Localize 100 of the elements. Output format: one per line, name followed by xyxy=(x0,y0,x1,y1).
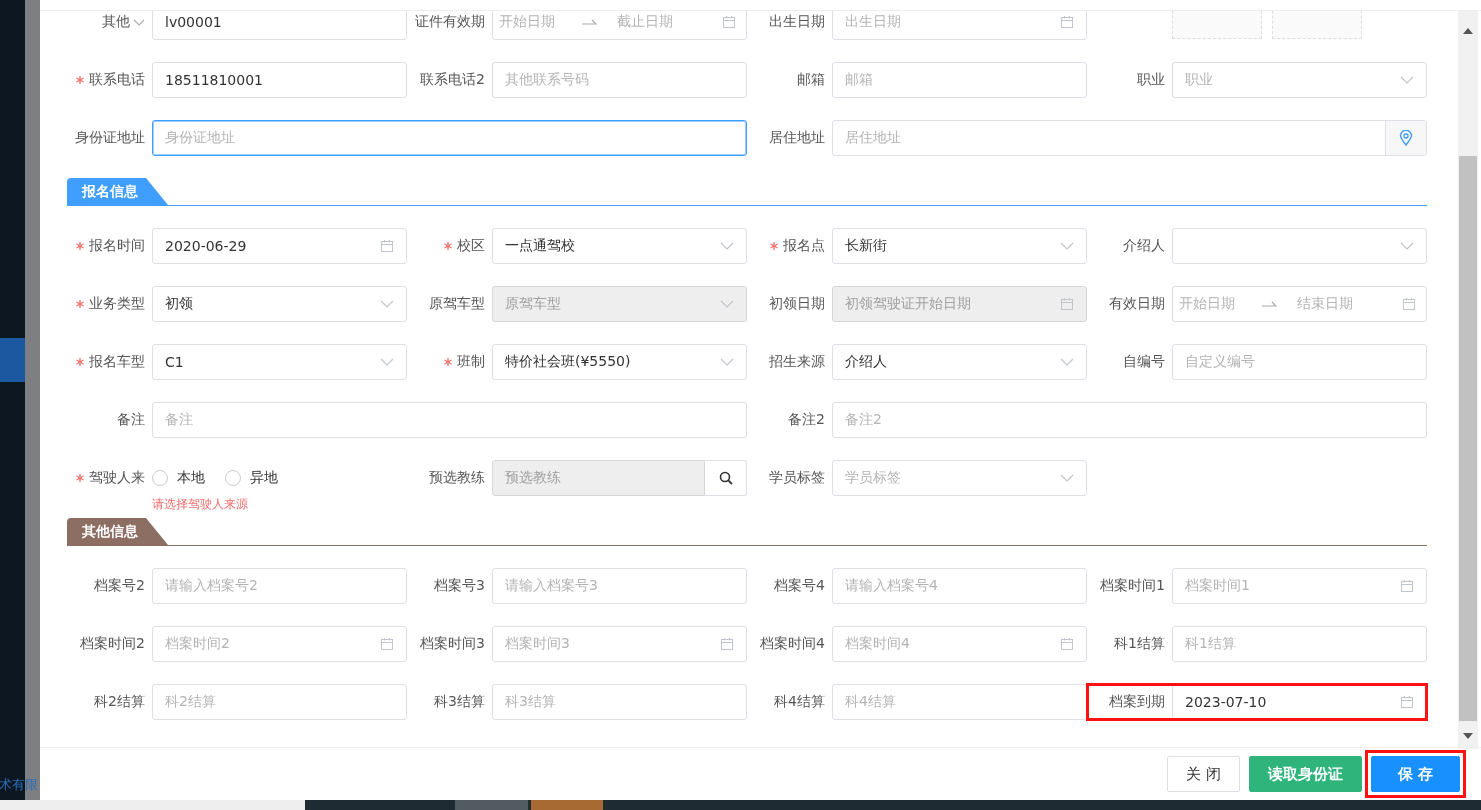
select-field[interactable]: 一点通驾校 xyxy=(492,228,747,264)
field-label: 档案到期 xyxy=(1109,693,1165,711)
field-label: 证件有效期 xyxy=(415,13,485,31)
select-field[interactable]: 初领 xyxy=(152,286,407,322)
chevron-down-icon xyxy=(720,358,734,366)
select-field[interactable]: 学员标签 xyxy=(832,460,1087,496)
field-label: 原驾车型 xyxy=(429,295,485,313)
taskbar-item[interactable] xyxy=(455,800,528,810)
calendar-icon xyxy=(1400,579,1414,593)
field-label: 备注 xyxy=(117,411,145,429)
chevron-down-icon xyxy=(1400,76,1414,84)
field-label: 档案号3 xyxy=(434,577,485,595)
taskbar-item[interactable] xyxy=(531,800,603,810)
text-field[interactable]: 其他联系号码 xyxy=(492,62,747,98)
text-field[interactable]: 请输入档案号3 xyxy=(492,568,747,604)
field-label: 报名时间 xyxy=(89,237,145,255)
sidebar-item[interactable] xyxy=(0,338,25,382)
select-field[interactable] xyxy=(1172,228,1427,264)
field-label: 学员标签 xyxy=(769,469,825,487)
dialog-button[interactable]: 保 存 xyxy=(1370,756,1460,792)
field-label: 备注2 xyxy=(788,411,825,429)
field-label: 档案号2 xyxy=(94,577,145,595)
text-field[interactable]: 科4结算 xyxy=(832,684,1087,720)
error-message: 请选择驾驶人来源 xyxy=(152,496,248,513)
select-field[interactable]: 职业 xyxy=(1172,62,1427,98)
text-field[interactable]: 科3结算 xyxy=(492,684,747,720)
calendar-icon xyxy=(1060,15,1074,29)
field-label: 职业 xyxy=(1137,71,1165,89)
select-field[interactable]: C1 xyxy=(152,344,407,380)
location-pin-icon[interactable] xyxy=(1385,121,1426,155)
field-label: 自编号 xyxy=(1123,353,1165,371)
field-label: 邮箱 xyxy=(797,71,825,89)
chevron-down-icon xyxy=(1060,358,1074,366)
field-label: 校区 xyxy=(457,237,485,255)
field-label: 其他 xyxy=(102,13,130,31)
dialog-button[interactable]: 关 闭 xyxy=(1167,756,1240,792)
radio-option[interactable]: 异地 xyxy=(225,469,278,487)
select-field[interactable]: 特价社会班(¥5550) xyxy=(492,344,747,380)
chevron-down-icon xyxy=(380,358,394,366)
text-field[interactable]: 请输入档案号4 xyxy=(832,568,1087,604)
chevron-down-icon xyxy=(380,300,394,308)
chevron-down-icon xyxy=(1060,474,1074,482)
field-label: 介绍人 xyxy=(1123,237,1165,255)
text-field[interactable]: 身份证地址 xyxy=(152,120,747,156)
field-label: 科2结算 xyxy=(94,693,145,711)
calendar-icon xyxy=(1402,297,1416,311)
date-field[interactable]: 档案时间3 xyxy=(492,626,747,662)
date-field[interactable]: 2020-06-29 xyxy=(152,228,407,264)
calendar-icon xyxy=(720,637,734,651)
text-field[interactable]: 请输入档案号2 xyxy=(152,568,407,604)
calendar-icon xyxy=(1060,637,1074,651)
chevron-down-icon xyxy=(1060,242,1074,250)
search-icon xyxy=(718,471,733,485)
radio-option[interactable]: 本地 xyxy=(152,469,205,487)
date-field[interactable]: 档案时间4 xyxy=(832,626,1087,662)
chevron-down-icon xyxy=(720,300,734,308)
field-label: 科3结算 xyxy=(434,693,485,711)
text-field[interactable]: 邮箱 xyxy=(832,62,1087,98)
field-label: 联系电话2 xyxy=(420,71,485,89)
calendar-icon xyxy=(380,239,394,253)
scrollbar[interactable] xyxy=(1458,11,1478,749)
field-label: 驾驶人来 xyxy=(89,469,145,487)
date-field[interactable]: 档案时间2 xyxy=(152,626,407,662)
date-range-field[interactable]: 开始日期 截止日期 xyxy=(492,11,747,40)
field-label: 预选教练 xyxy=(429,469,485,487)
field-label: 档案时间2 xyxy=(80,635,145,653)
text-field[interactable]: lv00001 xyxy=(152,11,407,40)
chevron-down-icon xyxy=(1400,242,1414,250)
select-field[interactable]: 介绍人 xyxy=(832,344,1087,380)
chevron-down-icon[interactable] xyxy=(133,18,145,26)
text-field[interactable]: 18511810001 xyxy=(152,62,407,98)
date-field[interactable]: 出生日期 xyxy=(832,11,1087,40)
field-label: 档案时间3 xyxy=(420,635,485,653)
text-field[interactable]: 科2结算 xyxy=(152,684,407,720)
select-field[interactable]: 长新街 xyxy=(832,228,1087,264)
chevron-down-icon xyxy=(720,242,734,250)
text-field[interactable]: 自定义编号 xyxy=(1172,344,1427,380)
text-field[interactable]: 科1结算 xyxy=(1172,626,1427,662)
date-field[interactable]: 档案时间1 xyxy=(1172,568,1427,604)
field-label: 出生日期 xyxy=(769,13,825,31)
dialog-button[interactable]: 读取身份证 xyxy=(1248,756,1362,792)
field-label: 报名点 xyxy=(783,237,825,255)
field-label: 初领日期 xyxy=(769,295,825,313)
text-field[interactable]: 居住地址 xyxy=(832,120,1427,156)
date-range-field[interactable]: 开始日期 结束日期 xyxy=(1172,286,1427,322)
field-label: 档案号4 xyxy=(774,577,825,595)
field-label: 班制 xyxy=(457,353,485,371)
text-field[interactable]: 备注 xyxy=(152,402,747,438)
calendar-icon xyxy=(1400,695,1414,709)
field-label: 报名车型 xyxy=(89,353,145,371)
text-field[interactable]: 备注2 xyxy=(832,402,1427,438)
calendar-icon xyxy=(380,637,394,651)
field-label: 业务类型 xyxy=(89,295,145,313)
field-label: 科1结算 xyxy=(1114,635,1165,653)
field-label: 联系电话 xyxy=(89,71,145,89)
field-label: 有效日期 xyxy=(1109,295,1165,313)
calendar-icon xyxy=(722,15,736,29)
field-label: 科4结算 xyxy=(774,693,825,711)
field-label: 档案时间1 xyxy=(1100,577,1165,595)
field-label: 身份证地址 xyxy=(75,129,145,147)
